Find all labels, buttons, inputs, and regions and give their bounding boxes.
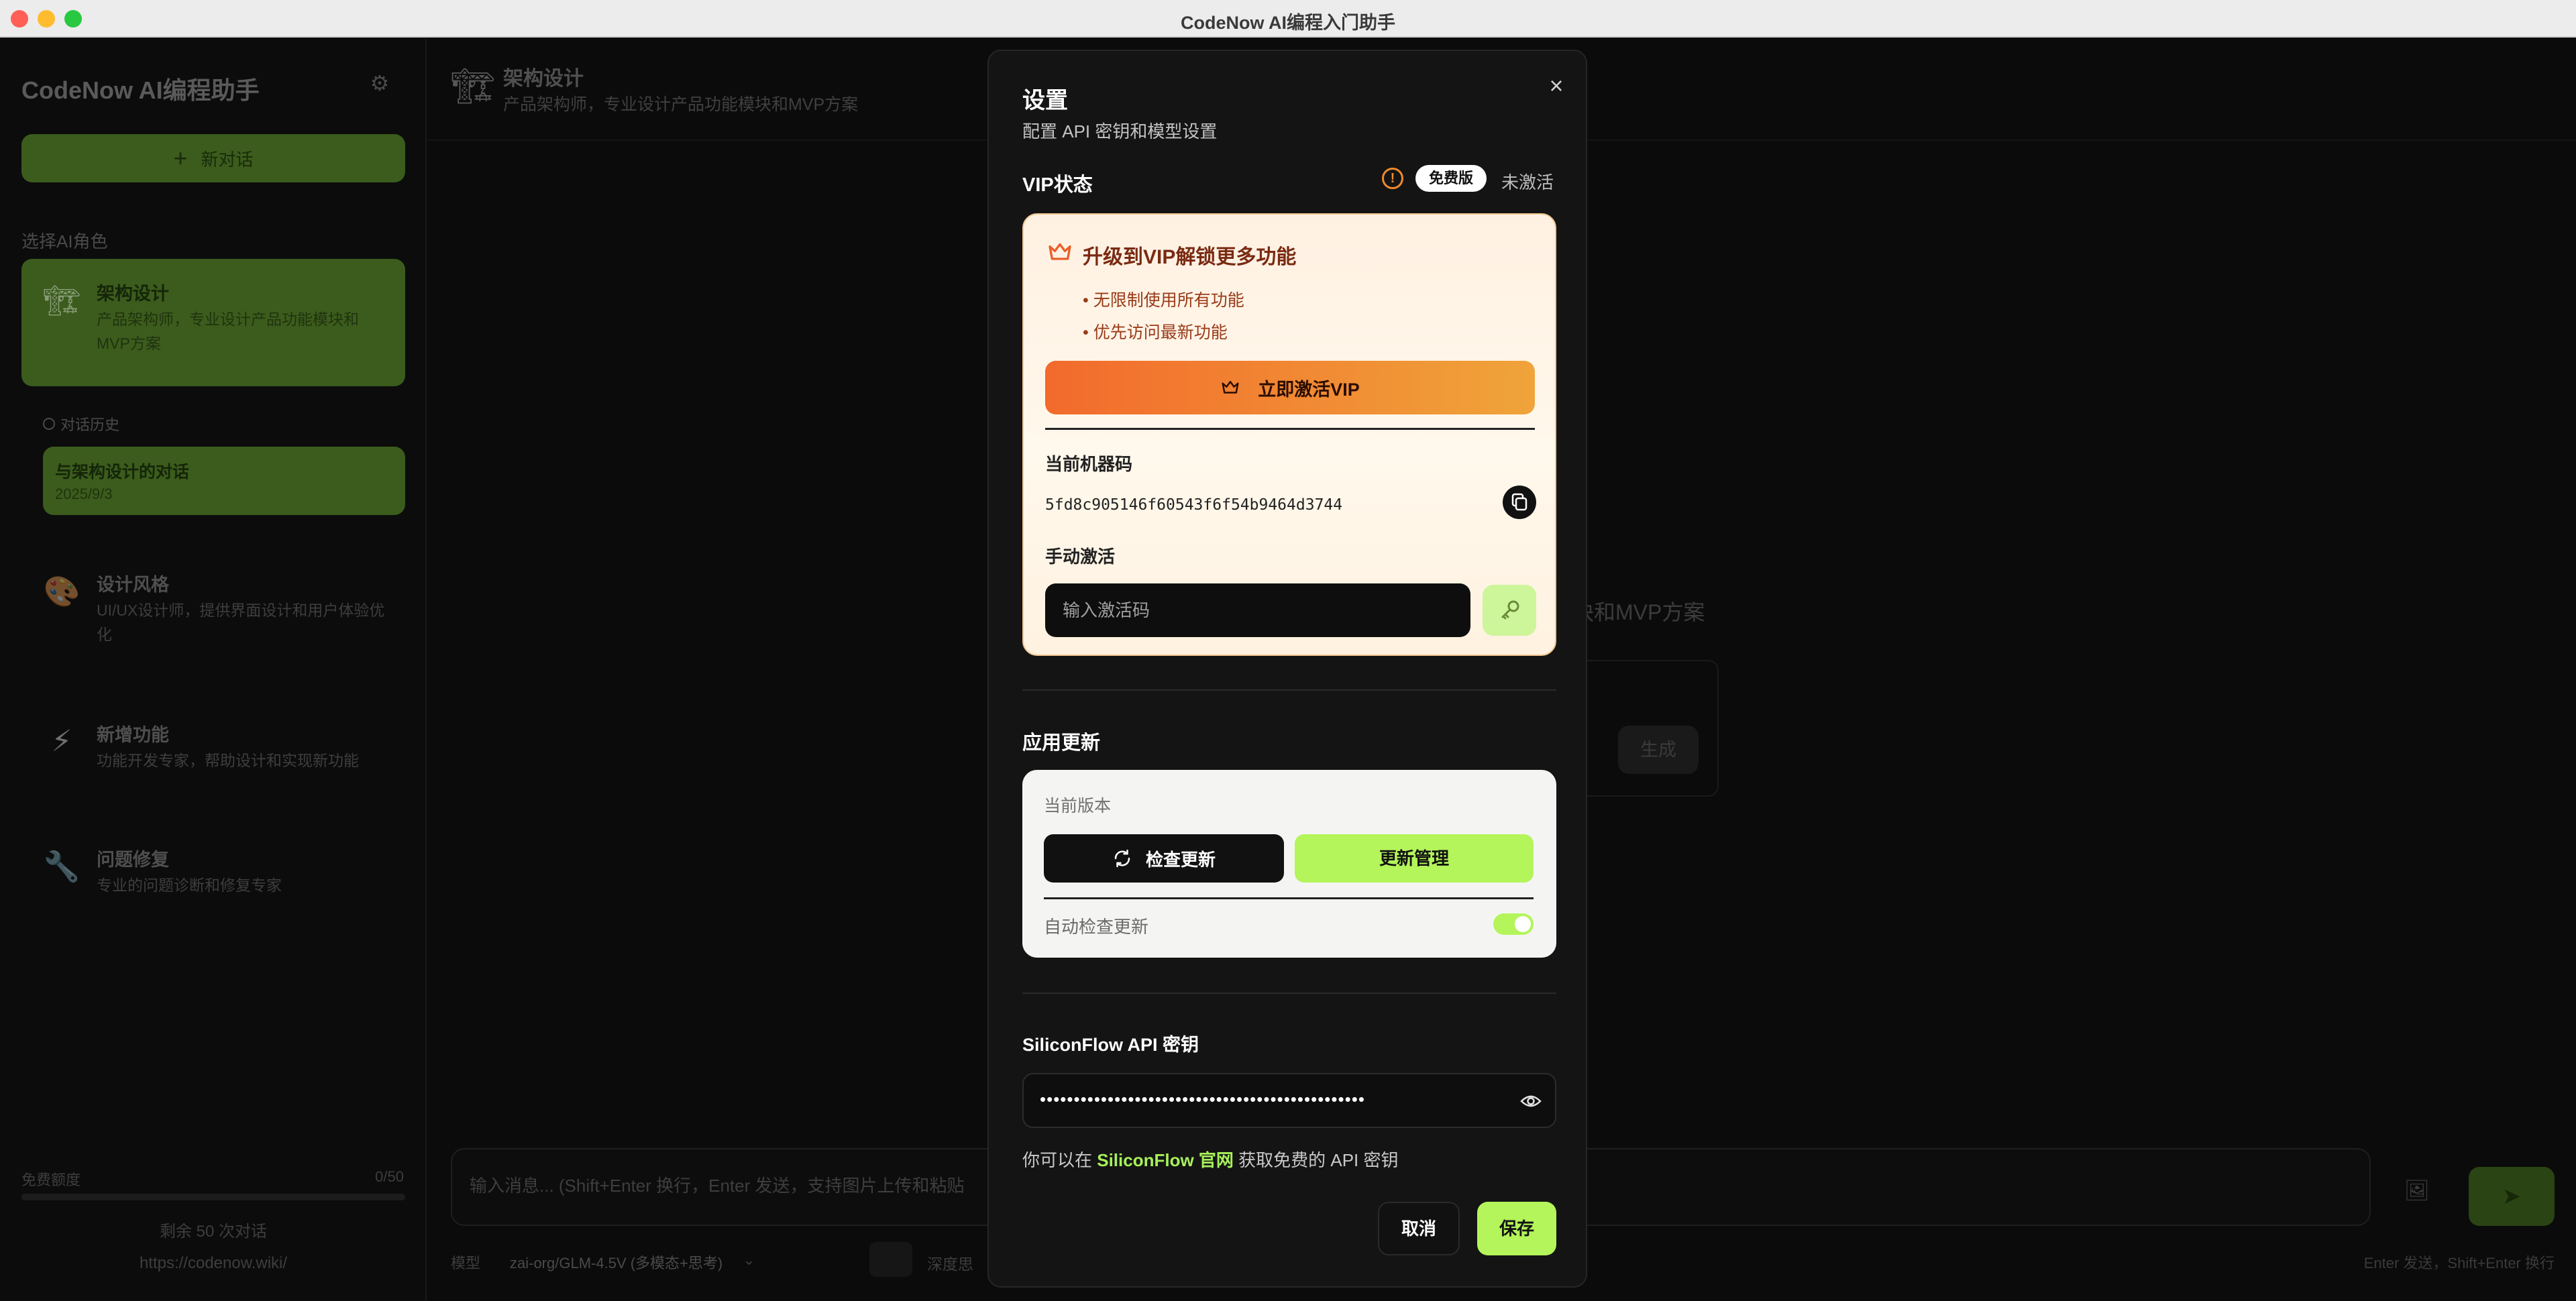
current-version-label: 当前版本 — [1044, 797, 1112, 815]
model-select-value: zai-org/GLM-4.5V (多模态+思考) — [510, 1255, 723, 1271]
gear-icon[interactable]: ⚙ — [368, 71, 392, 95]
image-upload-icon[interactable]: 🖼 — [2404, 1179, 2430, 1202]
remaining-chats: 剩余 50 次对话 — [159, 1223, 268, 1241]
api-help-suffix: 获取免费的 API 密钥 — [1233, 1150, 1399, 1170]
divider — [1045, 428, 1535, 430]
api-key-input[interactable]: ••••••••••••••••••••••••••••••••••••••••… — [1022, 1073, 1556, 1128]
vip-upgrade-card: 升级到VIP解锁更多功能 • 无限制使用所有功能 • 优先访问最新功能 立即激活… — [1022, 213, 1556, 656]
manual-activation-label: 手动激活 — [1045, 547, 1116, 567]
app-title: CodeNow AI编程助手 — [21, 76, 260, 104]
section-divider — [1022, 689, 1556, 691]
lightning-icon: ⚡ — [51, 725, 72, 758]
api-key-heading: SiliconFlow API 密钥 — [1022, 1035, 1199, 1055]
update-manage-button[interactable]: 更新管理 — [1295, 834, 1534, 883]
construction-crane-icon: 🏗 — [43, 284, 80, 317]
crown-icon — [1222, 381, 1239, 394]
benefit-item: • 无限制使用所有功能 — [1083, 291, 1244, 310]
new-chat-label: 新对话 — [201, 149, 254, 170]
quota-label: 免费额度 — [21, 1172, 81, 1188]
role-description: 功能开发专家，帮助设计和实现新功能 — [97, 752, 359, 769]
app-update-card: 当前版本 检查更新 更新管理 自动检查更新 — [1022, 770, 1556, 958]
role-item-design-style[interactable]: 🎨 设计风格 UI/UX设计师，提供界面设计和用户体验优化 — [21, 550, 405, 650]
api-key-masked-value: ••••••••••••••••••••••••••••••••••••••••… — [1040, 1089, 1365, 1109]
benefit-item: • 优先访问最新功能 — [1083, 323, 1228, 342]
refresh-icon — [1114, 849, 1130, 868]
history-item-date: 2025/9/3 — [55, 486, 113, 502]
palette-icon: 🎨 — [43, 575, 80, 608]
history-item[interactable]: 与架构设计的对话 2025/9/3 — [43, 447, 405, 515]
activate-vip-label: 立即激活VIP — [1258, 379, 1360, 400]
new-chat-button[interactable]: + 新对话 — [21, 134, 405, 182]
role-name: 新增功能 — [97, 725, 169, 745]
role-section-label: 选择AI角色 — [21, 231, 108, 251]
toggle-knob — [1515, 916, 1531, 932]
crown-icon — [1049, 243, 1071, 260]
key-icon[interactable] — [1483, 585, 1536, 636]
settings-modal: 设置 配置 API 密钥和模型设置 × VIP状态 ! 免费版 未激活 升级到V… — [987, 50, 1587, 1288]
role-description: 专业的问题诊断和修复专家 — [97, 876, 282, 894]
window-title: CodeNow AI编程入门助手 — [1181, 13, 1395, 33]
copy-icon[interactable] — [1503, 486, 1536, 519]
key-icon-glyph — [1501, 600, 1519, 620]
vip-status-heading: VIP状态 — [1022, 174, 1093, 196]
app-update-heading: 应用更新 — [1022, 732, 1101, 754]
role-item-bug-fix[interactable]: 🔧 问题修复 专业的问题诊断和修复专家 — [21, 825, 405, 912]
welcome-description: 块和MVP方案 — [1572, 600, 1705, 624]
auto-check-toggle[interactable] — [1493, 913, 1534, 935]
composer-placeholder: 输入消息... (Shift+Enter 换行，Enter 发送，支持图片上传和… — [470, 1176, 965, 1196]
generate-button[interactable]: 生成 — [1618, 726, 1699, 774]
cancel-button[interactable]: 取消 — [1378, 1202, 1460, 1255]
activate-vip-button[interactable]: 立即激活VIP — [1045, 361, 1535, 414]
send-button[interactable]: ➤ — [2469, 1167, 2555, 1226]
role-description: UI/UX设计师，提供界面设计和用户体验优化 — [97, 602, 385, 643]
machine-code-label: 当前机器码 — [1045, 454, 1133, 474]
role-name: 问题修复 — [97, 850, 169, 870]
chevron-down-icon: ⌄ — [743, 1251, 755, 1268]
history-label-text: 对话历史 — [60, 416, 120, 433]
close-icon[interactable]: × — [1542, 71, 1571, 101]
section-divider — [1022, 993, 1556, 994]
warning-icon: ! — [1382, 168, 1403, 189]
history-item-title: 与架构设计的对话 — [55, 463, 190, 482]
send-hint: Enter 发送，Shift+Enter 换行 — [2363, 1255, 2555, 1271]
upgrade-title: 升级到VIP解锁更多功能 — [1083, 246, 1297, 268]
history-label: 对话历史 — [43, 413, 119, 435]
eye-icon[interactable] — [1517, 1089, 1544, 1113]
sidebar: CodeNow AI编程助手 ⚙ + 新对话 选择AI角色 🏗 架构设计 产品架… — [0, 39, 427, 1301]
save-button[interactable]: 保存 — [1477, 1202, 1556, 1255]
role-description: 产品架构师，专业设计产品功能模块和MVP方案 — [97, 310, 359, 352]
role-name: 设计风格 — [97, 575, 169, 595]
model-label: 模型 — [451, 1255, 481, 1271]
api-key-help: 你可以在 SiliconFlow 官网 获取免费的 API 密钥 — [1022, 1147, 1399, 1172]
siliconflow-link[interactable]: SiliconFlow 官网 — [1097, 1150, 1234, 1170]
model-select[interactable]: zai-org/GLM-4.5V (多模态+思考) ⌄ — [510, 1251, 755, 1273]
main-header-title: 架构设计 — [503, 68, 584, 90]
main-header-subtitle: 产品架构师，专业设计产品功能模块和MVP方案 — [503, 95, 859, 114]
modal-title: 设置 — [1022, 88, 1068, 113]
quota-progress-bar — [21, 1194, 405, 1200]
window-titlebar: CodeNow AI编程入门助手 — [0, 0, 2576, 38]
divider — [1044, 897, 1534, 899]
deep-think-toggle[interactable] — [869, 1242, 912, 1277]
wrench-icon: 🔧 — [43, 850, 80, 883]
modal-subtitle: 配置 API 密钥和模型设置 — [1022, 121, 1218, 142]
auto-check-label: 自动检查更新 — [1044, 917, 1149, 937]
api-help-prefix: 你可以在 — [1022, 1150, 1097, 1170]
role-name: 架构设计 — [97, 284, 169, 304]
role-item-new-feature[interactable]: ⚡ 新增功能 功能开发专家，帮助设计和实现新功能 — [21, 700, 405, 787]
check-update-label: 检查更新 — [1145, 849, 1216, 870]
copy-icon-glyph — [1511, 493, 1527, 511]
chat-bubble-icon — [43, 418, 55, 430]
machine-code-value: 5fd8c905146f60543f6f54b9464d3744 — [1045, 496, 1343, 514]
construction-crane-icon: 🏗 — [451, 67, 496, 106]
plus-icon: + — [173, 144, 188, 172]
check-update-button[interactable]: 检查更新 — [1044, 834, 1284, 883]
activation-code-input[interactable] — [1045, 583, 1470, 637]
role-item-architecture[interactable]: 🏗 架构设计 产品架构师，专业设计产品功能模块和MVP方案 — [21, 259, 405, 386]
website-link[interactable]: https://codenow.wiki/ — [0, 1254, 427, 1273]
plan-badge: 免费版 — [1415, 165, 1487, 192]
activation-status: 未激活 — [1501, 172, 1554, 192]
deep-think-label: 深度思 — [927, 1255, 973, 1273]
quota-value: 0/50 — [375, 1168, 404, 1185]
